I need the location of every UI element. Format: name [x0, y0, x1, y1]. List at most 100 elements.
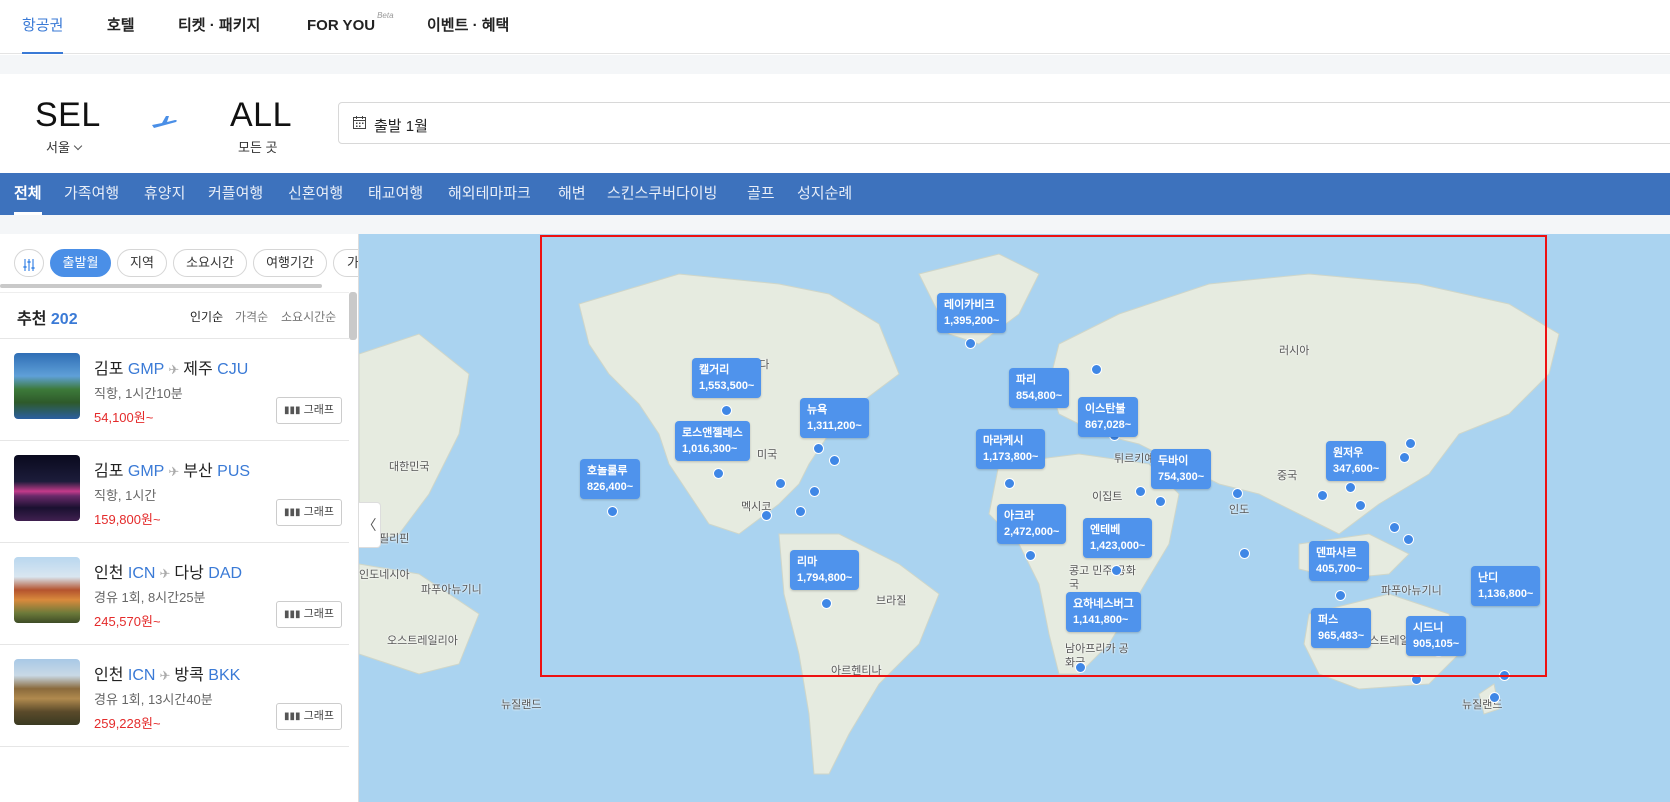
theme-resort[interactable]: 휴양지 [144, 173, 185, 215]
price-tag[interactable]: 레이카비크 1,395,200~ [937, 293, 1007, 333]
price-tag[interactable]: 이스탄불 867,028~ [1078, 397, 1139, 437]
price-tag[interactable]: 난디 1,136,800~ [1471, 566, 1541, 606]
theme-all[interactable]: 전체 [14, 173, 42, 215]
airport-pin[interactable] [821, 598, 832, 609]
sort-price[interactable]: 가격순 [235, 308, 268, 325]
airport-pin[interactable] [1004, 478, 1015, 489]
airport-pin[interactable] [1411, 674, 1422, 685]
price-tag[interactable]: 아크라 2,472,000~ [997, 504, 1067, 544]
airport-pin[interactable] [775, 478, 786, 489]
airport-pin[interactable] [713, 468, 724, 479]
airport-pin[interactable] [1091, 364, 1102, 375]
destination-city[interactable]: 모든 곳 [238, 137, 278, 156]
airport-pin[interactable] [829, 455, 840, 466]
airport-pin[interactable] [1499, 670, 1510, 681]
vertical-scrollbar[interactable] [349, 292, 357, 340]
collapse-panel-button[interactable]: 〈 [359, 502, 381, 548]
airport-pin[interactable] [809, 486, 820, 497]
filter-chip-trip-length[interactable]: 여행기간 [253, 249, 327, 277]
tab-hotels[interactable]: 호텔 [107, 0, 135, 54]
theme-honeymoon[interactable]: 신혼여행 [288, 173, 343, 215]
filter-chip-region[interactable]: 지역 [117, 249, 167, 277]
price-tag[interactable]: 로스앤젤레스 1,016,300~ [675, 421, 750, 461]
theme-theme-park[interactable]: 해외테마파크 [448, 173, 531, 215]
price-tag[interactable]: 뉴욕 1,311,200~ [800, 398, 869, 438]
price-tag[interactable]: 퍼스 965,483~ [1311, 608, 1372, 648]
airport-pin[interactable] [761, 510, 772, 521]
theme-prenatal[interactable]: 태교여행 [368, 173, 423, 215]
airport-pin[interactable] [1111, 565, 1122, 576]
price-tag[interactable]: 원저우 347,600~ [1326, 441, 1387, 481]
list-item[interactable]: 인천 ICN ✈ 방콕 BKK 경유 1회, 13시간40분 259,228원~ ▮… [0, 645, 349, 747]
airport-pin[interactable] [1155, 496, 1166, 507]
price-tag[interactable]: 리마 1,794,800~ [790, 550, 860, 590]
price-tag[interactable]: 캘거리 1,553,500~ [692, 358, 762, 398]
tab-tickets-packages[interactable]: 티켓 · 패키지 [178, 0, 260, 54]
tab-for-you[interactable]: FOR YOUBeta [307, 0, 394, 54]
airport-pin[interactable] [1403, 534, 1414, 545]
theme-diving[interactable]: 스킨스쿠버다이빙 [607, 173, 717, 215]
filter-chip-month[interactable]: 출발월 [50, 249, 111, 277]
sort-duration[interactable]: 소요시간순 [281, 308, 336, 325]
theme-family[interactable]: 가족여행 [64, 173, 119, 215]
price-tag[interactable]: 요하네스버그 1,141,800~ [1066, 592, 1141, 632]
airport-pin[interactable] [1025, 550, 1036, 561]
airport-pin[interactable] [1489, 692, 1500, 703]
airport-pin[interactable] [1345, 482, 1356, 493]
filter-settings-button[interactable] [14, 249, 44, 277]
map-label: 파푸아뉴기니 [421, 584, 482, 596]
origin-city-label: 서울 [46, 140, 70, 155]
graph-button[interactable]: ▮▮▮ 그래프 [276, 601, 342, 628]
theme-beach[interactable]: 해변 [558, 173, 586, 215]
graph-button[interactable]: ▮▮▮ 그래프 [276, 397, 342, 424]
recommend-header: 추천 202 인기순 가격순 소요시간순 [0, 292, 349, 339]
airport-pin[interactable] [1389, 522, 1400, 533]
list-item[interactable]: 인천 ICN ✈ 다낭 DAD 경유 1회, 8시간25분 245,570원~ ▮▮… [0, 543, 349, 645]
price-tag[interactable]: 호놀룰루 826,400~ [580, 459, 641, 499]
graph-button[interactable]: ▮▮▮ 그래프 [276, 703, 342, 730]
airport-pin[interactable] [795, 506, 806, 517]
airport-pin[interactable] [1075, 662, 1086, 673]
airport-pin[interactable] [1335, 590, 1346, 601]
airport-pin[interactable] [1317, 490, 1328, 501]
tab-events[interactable]: 이벤트 · 혜택 [427, 0, 509, 54]
airplane-icon[interactable] [150, 112, 178, 132]
airport-pin[interactable] [1355, 500, 1366, 511]
price-tag-price: 405,700~ [1316, 563, 1363, 575]
price-tag[interactable]: 덴파사르 405,700~ [1309, 541, 1370, 581]
search-bar: SEL 서울 ALL 모든 곳 출발 1월 [0, 74, 1670, 173]
airport-pin[interactable] [1405, 438, 1416, 449]
airport-pin[interactable] [813, 443, 824, 454]
origin-city-select[interactable]: 서울 [46, 137, 83, 156]
theme-golf[interactable]: 골프 [747, 173, 775, 215]
price-tag[interactable]: 두바이 754,300~ [1151, 449, 1212, 489]
theme-pilgrimage[interactable]: 성지순례 [797, 173, 852, 215]
filter-chip-more[interactable]: 가 [333, 249, 358, 277]
route-from: 김포 [94, 361, 124, 378]
route-from: 인천 [94, 667, 124, 684]
list-item[interactable]: 김포 GMP ✈ 부산 PUS 직항, 1시간 159,800원~ ▮▮▮ 그래프 [0, 441, 349, 543]
airport-pin[interactable] [1239, 548, 1250, 559]
airport-pin[interactable] [1399, 452, 1410, 463]
list-item[interactable]: 김포 GMP ✈ 제주 CJU 직항, 1시간10분 54,100원~ ▮▮▮ 그래… [0, 339, 349, 441]
destination-code[interactable]: ALL [230, 96, 292, 135]
origin-code[interactable]: SEL [35, 96, 101, 135]
horizontal-scrollbar[interactable] [0, 284, 322, 288]
airport-pin[interactable] [607, 506, 618, 517]
price-tag[interactable]: 엔테베 1,423,000~ [1083, 518, 1153, 558]
graph-button[interactable]: ▮▮▮ 그래프 [276, 499, 342, 526]
world-map[interactable]: 러시아 캐나다 미국 멕시코 대한민국 필리핀 인도네시아 파푸아뉴기니 오스트… [359, 234, 1670, 802]
filter-chip-duration[interactable]: 소요시간 [173, 249, 247, 277]
airport-pin[interactable] [721, 405, 732, 416]
theme-couple[interactable]: 커플여행 [208, 173, 263, 215]
airport-pin[interactable] [965, 338, 976, 349]
price-tag[interactable]: 시드니 905,105~ [1406, 616, 1467, 656]
price-tag[interactable]: 파리 854,800~ [1009, 368, 1070, 408]
tab-flights[interactable]: 항공권 [22, 0, 64, 54]
price-tag[interactable]: 마라케시 1,173,800~ [976, 429, 1046, 469]
sort-popular[interactable]: 인기순 [190, 308, 223, 325]
airport-pin[interactable] [1135, 486, 1146, 497]
airport-pin[interactable] [1232, 488, 1243, 499]
tab-events-label: 이벤트 · 혜택 [427, 17, 510, 34]
date-picker[interactable]: 출발 1월 [338, 102, 1670, 144]
